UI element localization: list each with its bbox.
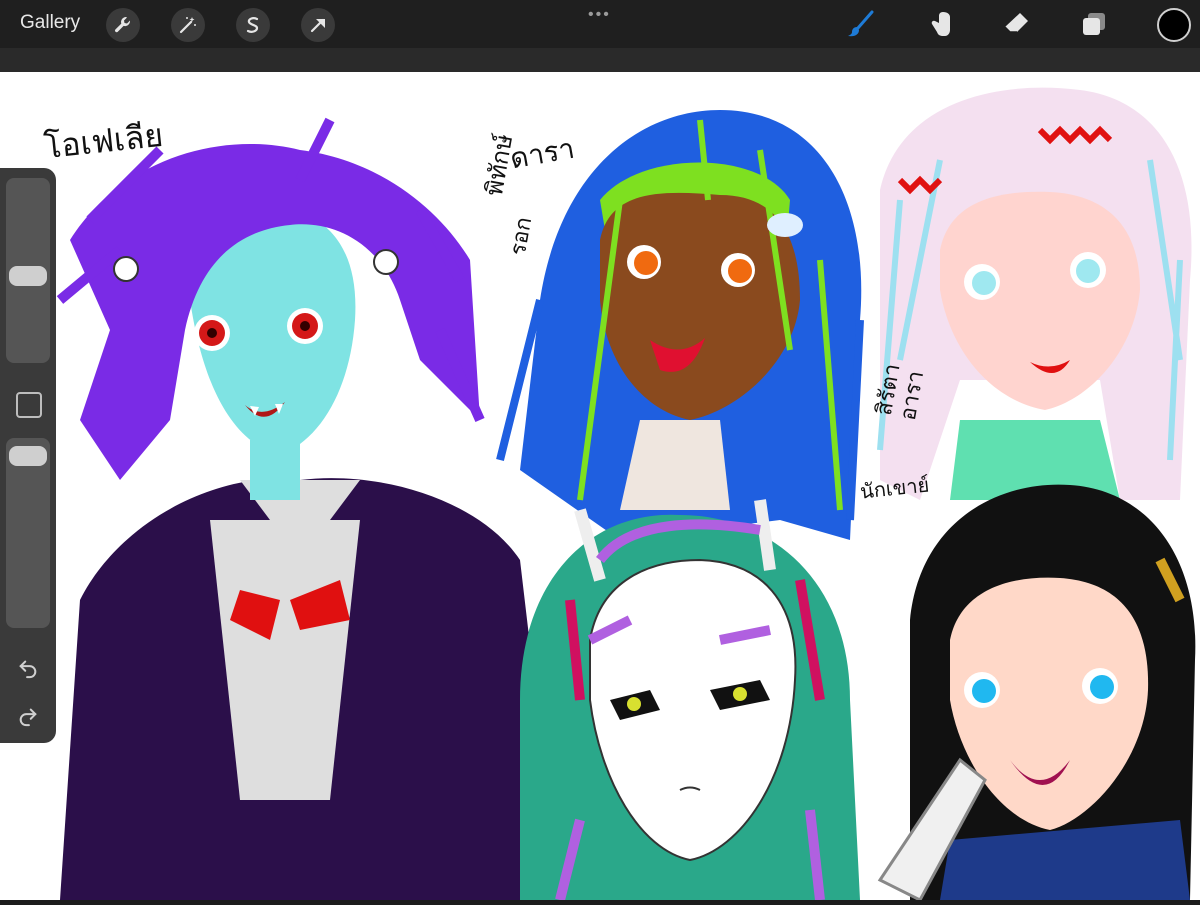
character-ophelia [56, 117, 560, 900]
drawing-canvas[interactable]: โอเฟเลีย ดารา พิทักษ์ รอก สิรัตา อารา นั… [0, 72, 1200, 902]
ellipsis-icon[interactable]: ••• [588, 6, 611, 24]
left-sidebar [0, 168, 56, 743]
opacity-slider[interactable] [6, 438, 50, 628]
color-picker-swatch[interactable] [1157, 8, 1191, 42]
eraser-icon[interactable] [998, 6, 1034, 42]
selection-icon[interactable] [236, 8, 270, 42]
transform-arrow-icon[interactable] [301, 8, 335, 42]
magic-wand-icon[interactable] [171, 8, 205, 42]
brush-size-knob[interactable] [9, 266, 47, 286]
redo-icon[interactable] [14, 702, 42, 730]
canvas-top-strip [0, 48, 1200, 72]
wrench-icon[interactable] [106, 8, 140, 42]
modify-square-icon[interactable] [16, 392, 42, 418]
layers-icon[interactable] [1076, 6, 1112, 42]
character-pastel [877, 87, 1192, 500]
artwork [56, 87, 1196, 902]
character-dara [496, 110, 864, 540]
character-blackhair [877, 484, 1196, 902]
label-rok: รอก [505, 215, 538, 258]
undo-icon[interactable] [14, 654, 42, 682]
brush-size-slider[interactable] [6, 178, 50, 363]
smudge-icon[interactable] [920, 6, 956, 42]
brush-icon[interactable] [842, 6, 878, 42]
character-oni [520, 499, 860, 902]
opacity-knob[interactable] [9, 446, 47, 466]
gallery-button[interactable]: Gallery [20, 12, 80, 34]
top-toolbar: Gallery ••• [0, 0, 1200, 48]
